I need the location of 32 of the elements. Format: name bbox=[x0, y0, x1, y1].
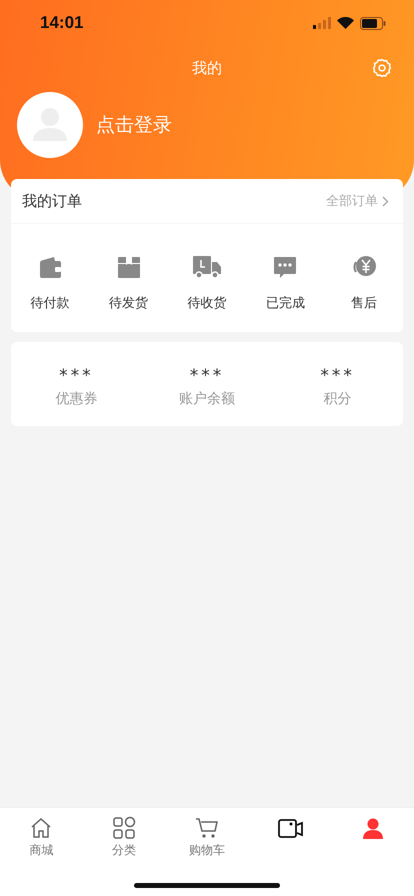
grid-icon[interactable] bbox=[112, 816, 136, 840]
asset-value: *** bbox=[59, 366, 94, 386]
asset-label[interactable]: 账户余额 bbox=[179, 390, 235, 408]
tab-label[interactable]: 购物车 bbox=[188, 842, 225, 859]
asset-label[interactable]: 优惠券 bbox=[55, 390, 98, 408]
login-link[interactable]: 点击登录 bbox=[96, 112, 172, 138]
asset-value: *** bbox=[320, 366, 355, 386]
cart-icon[interactable] bbox=[194, 816, 219, 840]
page-title: 我的 bbox=[192, 58, 222, 78]
user-icon[interactable] bbox=[360, 816, 385, 840]
battery-icon bbox=[360, 16, 386, 30]
order-status-label[interactable]: 待付款 bbox=[30, 294, 70, 312]
asset-value: *** bbox=[190, 366, 224, 386]
signal-icon bbox=[313, 17, 331, 29]
wallet-icon bbox=[37, 254, 64, 280]
chat-icon bbox=[272, 254, 298, 280]
order-status-label[interactable]: 售后 bbox=[350, 294, 377, 312]
asset-label[interactable]: 积分 bbox=[324, 390, 352, 408]
order-status-label[interactable]: 待收货 bbox=[188, 294, 227, 312]
tab-label[interactable]: 分类 bbox=[112, 842, 136, 859]
chevron-right-icon bbox=[382, 196, 389, 206]
box-icon bbox=[116, 254, 142, 280]
order-status-label[interactable]: 已完成 bbox=[266, 294, 305, 312]
truck-icon bbox=[192, 254, 222, 280]
tab-label[interactable]: 商城 bbox=[29, 842, 54, 859]
wifi-icon bbox=[337, 17, 354, 29]
status-time: 14:01 bbox=[40, 13, 84, 33]
video-camera-icon[interactable] bbox=[276, 816, 303, 840]
card-title: 我的订单 bbox=[22, 192, 82, 210]
order-status-label[interactable]: 待发货 bbox=[109, 294, 148, 312]
all-orders-link[interactable]: 全部订单 bbox=[326, 192, 389, 210]
home-icon[interactable] bbox=[29, 816, 54, 840]
